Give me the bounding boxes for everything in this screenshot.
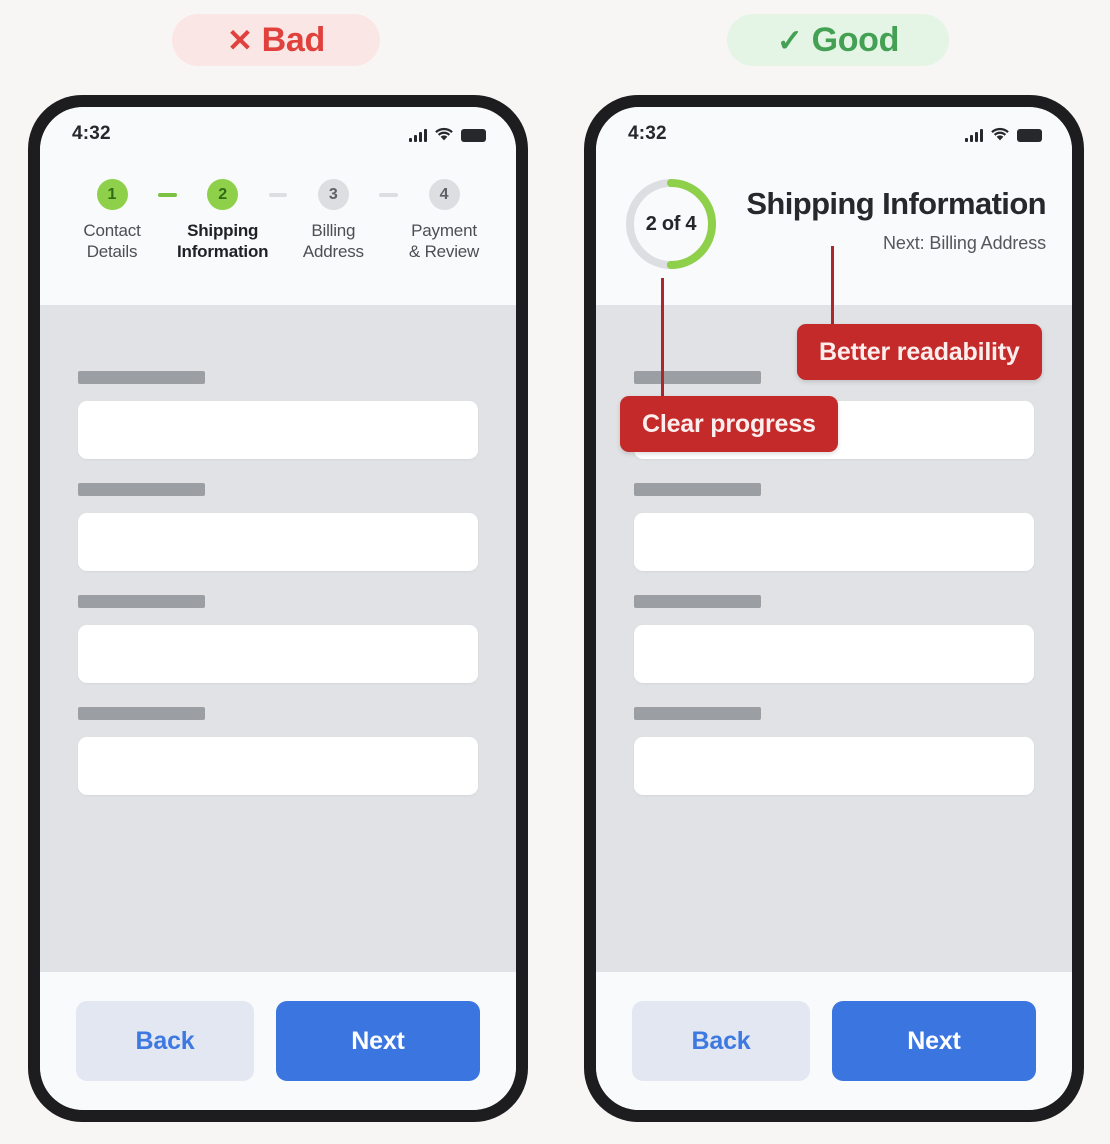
verdict-badge-good-label: Good <box>811 20 900 59</box>
bad-header: 1 Contact Details 2 Shipping Information <box>40 153 516 305</box>
form-field <box>634 595 1034 683</box>
verdict-badge-bad-label: Bad <box>261 20 326 59</box>
step-connector-3-4 <box>379 193 399 197</box>
signal-bars-icon <box>409 128 427 142</box>
step-label-3-line2: Address <box>302 241 364 261</box>
good-header: 2 of 4 Shipping Information Next: Billin… <box>596 153 1072 305</box>
bad-form-body <box>40 305 516 972</box>
battery-icon <box>461 128 486 142</box>
text-input[interactable] <box>78 401 478 459</box>
step-dot-1: 1 <box>96 179 128 210</box>
status-bar-time: 4:32 <box>72 123 111 144</box>
step-label-3-line1: Billing <box>311 221 356 240</box>
step-item-3[interactable]: 3 Billing Address <box>287 179 379 262</box>
cross-icon: ✕ <box>226 22 253 58</box>
form-field <box>634 707 1034 795</box>
verdict-badge-bad: ✕ Bad <box>172 14 380 66</box>
callout-clear-progress-label: Clear progress <box>642 409 816 438</box>
step-dot-3: 3 <box>317 179 349 210</box>
phone-mockup-bad: 4:32 1 Contact Details 2 Shipping Inform… <box>28 95 528 1122</box>
field-label-skeleton <box>78 707 205 720</box>
progress-header: 2 of 4 Shipping Information Next: Billin… <box>622 175 1047 273</box>
step-connector-1-2 <box>158 193 177 197</box>
callout-leader-line-progress <box>661 278 664 396</box>
field-label-skeleton <box>634 595 761 608</box>
good-action-bar: Back Next <box>596 972 1072 1110</box>
step-item-2[interactable]: 2 Shipping Information <box>177 179 269 262</box>
wifi-icon <box>991 127 1009 140</box>
phone-screen-good: 4:32 2 of 4 Shipping Information Next: B… <box>596 107 1072 1110</box>
text-input[interactable] <box>634 737 1034 795</box>
step-label-2-line2: Information <box>177 241 269 261</box>
status-bar: 4:32 <box>596 107 1072 153</box>
form-field <box>78 707 478 795</box>
callout-leader-line-readability <box>831 246 834 324</box>
step-label-3: Billing Address <box>303 221 364 262</box>
next-button[interactable]: Next <box>276 1001 480 1081</box>
step-dot-4: 4 <box>428 179 460 210</box>
battery-icon <box>1017 128 1042 142</box>
step-label-4-line2: & Review <box>408 241 480 261</box>
callout-better-readability-label: Better readability <box>819 337 1020 366</box>
step-indicator: 1 Contact Details 2 Shipping Information <box>66 179 490 262</box>
step-item-4[interactable]: 4 Payment & Review <box>398 179 490 262</box>
field-label-skeleton <box>634 371 761 384</box>
verdict-badge-good: ✓ Good <box>727 14 949 66</box>
field-label-skeleton <box>634 707 761 720</box>
field-label-skeleton <box>634 483 761 496</box>
field-label-skeleton <box>78 371 205 384</box>
next-button[interactable]: Next <box>832 1001 1036 1081</box>
form-field <box>78 483 478 571</box>
status-bar: 4:32 <box>40 107 516 153</box>
phone-mockup-good: 4:32 2 of 4 Shipping Information Next: B… <box>584 95 1084 1122</box>
callout-better-readability: Better readability <box>797 324 1042 380</box>
text-input[interactable] <box>78 625 478 683</box>
comparison-stage: ✕ Bad ✓ Good 4:32 1 Contact Details 2 Sh… <box>0 0 1110 1144</box>
wifi-icon <box>435 127 453 140</box>
progress-ring: 2 of 4 <box>622 175 720 273</box>
signal-bars-icon <box>965 128 983 142</box>
phone-screen-bad: 4:32 1 Contact Details 2 Shipping Inform… <box>40 107 516 1110</box>
text-input[interactable] <box>634 625 1034 683</box>
title-block: Shipping Information Next: Billing Addre… <box>746 175 1046 254</box>
bad-action-bar: Back Next <box>40 972 516 1110</box>
next-step-hint: Next: Billing Address <box>883 233 1046 254</box>
step-label-1: Contact Details <box>83 221 140 262</box>
field-label-skeleton <box>78 483 205 496</box>
form-field <box>78 595 478 683</box>
step-label-1-line2: Details <box>86 241 138 261</box>
check-icon: ✓ <box>776 22 803 58</box>
step-label-2: Shipping Information <box>177 221 268 262</box>
back-button[interactable]: Back <box>632 1001 810 1081</box>
callout-clear-progress: Clear progress <box>620 396 838 452</box>
text-input[interactable] <box>78 513 478 571</box>
form-field <box>634 483 1034 571</box>
status-bar-icons <box>409 127 486 142</box>
text-input[interactable] <box>78 737 478 795</box>
step-item-1[interactable]: 1 Contact Details <box>66 179 158 262</box>
step-connector-2-3 <box>268 193 288 197</box>
step-label-1-line1: Contact <box>83 221 141 240</box>
text-input[interactable] <box>634 513 1034 571</box>
step-label-4-line1: Payment <box>411 221 477 240</box>
progress-ring-label: 2 of 4 <box>645 212 697 235</box>
field-label-skeleton <box>78 595 205 608</box>
page-title: Shipping Information <box>746 186 1046 221</box>
status-bar-time: 4:32 <box>628 123 667 144</box>
status-bar-icons <box>965 127 1042 142</box>
step-dot-2: 2 <box>207 179 239 210</box>
step-label-2-line1: Shipping <box>187 221 259 240</box>
step-label-4: Payment & Review <box>409 221 479 262</box>
form-field <box>78 371 478 459</box>
back-button[interactable]: Back <box>76 1001 254 1081</box>
